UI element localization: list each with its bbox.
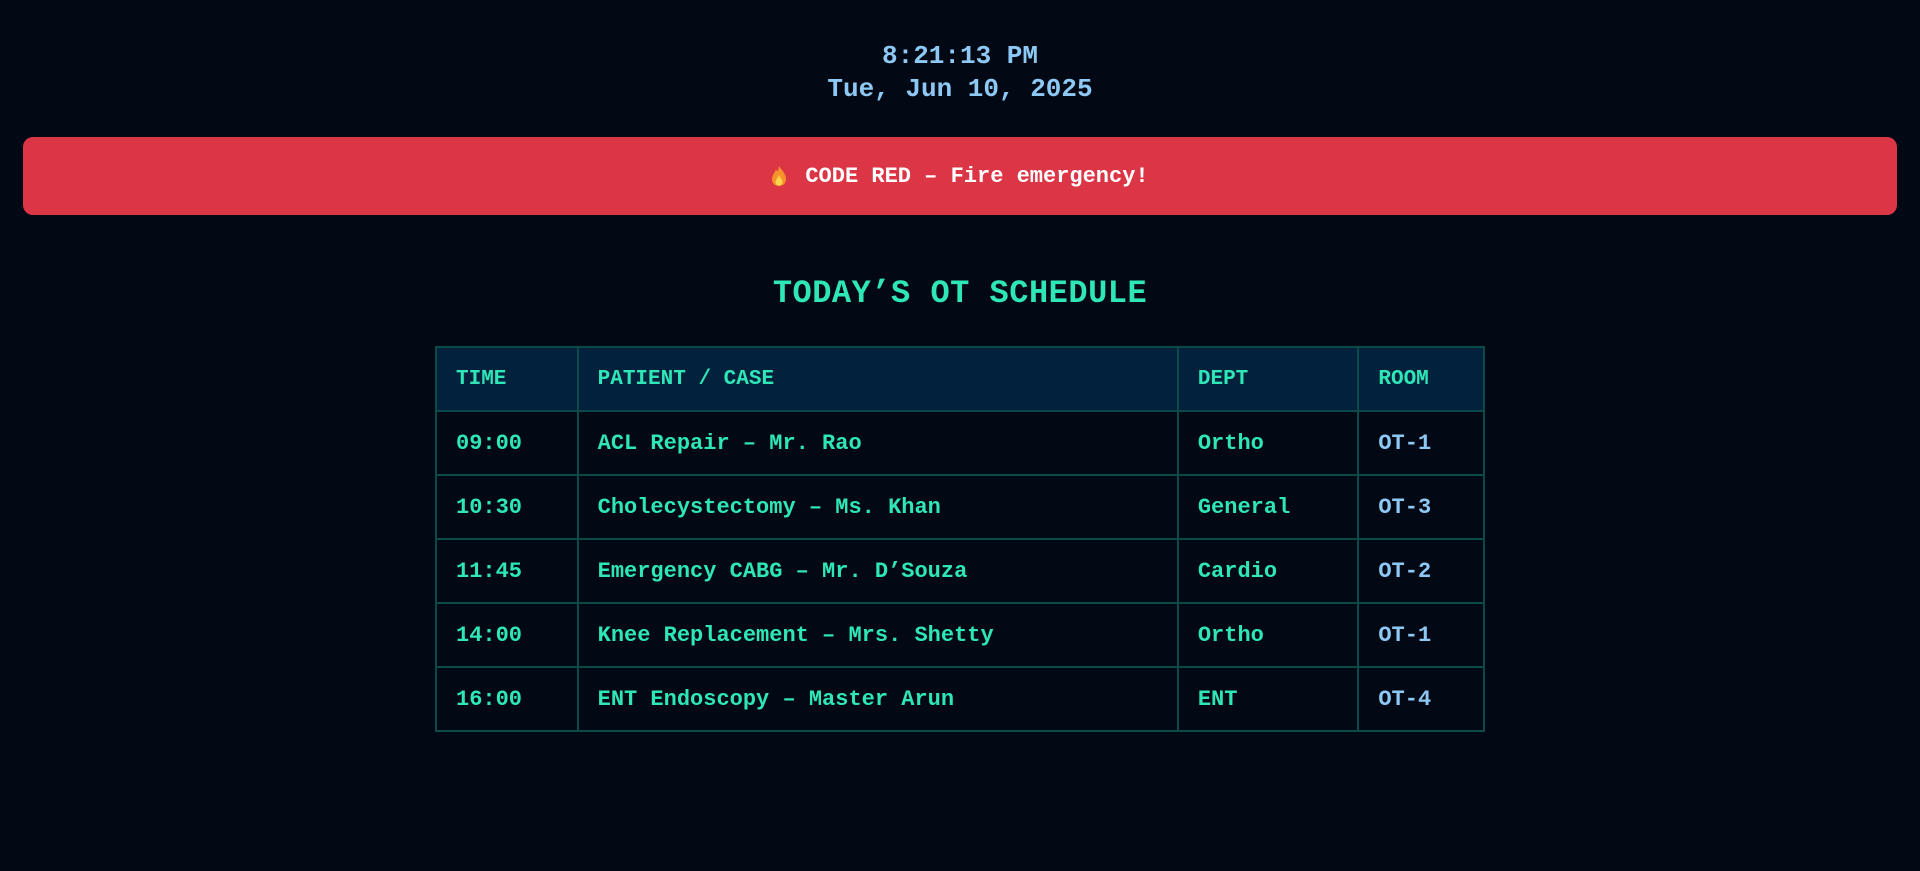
alert-text: CODE RED – Fire emergency! (805, 163, 1149, 189)
cell-case: ACL Repair – Mr. Rao (576, 410, 1179, 476)
table-header-row: TIME PATIENT / CASE DEPT ROOM (435, 346, 1485, 412)
clock: 8:21:13 PM Tue, Jun 10, 2025 (0, 40, 1920, 106)
table-row: 10:30 Cholecystectomy – Ms. Khan General… (435, 474, 1485, 540)
clock-time: 8:21:13 PM (881, 41, 1039, 71)
ot-schedule-table: TIME PATIENT / CASE DEPT ROOM 09:00 ACL … (435, 346, 1485, 732)
cell-case: ENT Endoscopy – Master Arun (576, 666, 1179, 732)
cell-room: OT-1 (1357, 602, 1485, 668)
cell-time: 11:45 (435, 538, 579, 604)
cell-room: OT-4 (1357, 666, 1485, 732)
cell-room: OT-3 (1357, 474, 1485, 540)
column-header-case: PATIENT / CASE (576, 346, 1179, 412)
clock-date: Tue, Jun 10, 2025 (827, 74, 1093, 104)
table-row: 16:00 ENT Endoscopy – Master Arun ENT OT… (435, 666, 1485, 732)
cell-case: Cholecystectomy – Ms. Khan (576, 474, 1179, 540)
column-header-dept: DEPT (1176, 346, 1360, 412)
cell-case: Knee Replacement – Mrs. Shetty (576, 602, 1179, 668)
table-row: 09:00 ACL Repair – Mr. Rao Ortho OT-1 (435, 410, 1485, 476)
column-header-time: TIME (435, 346, 579, 412)
cell-room: OT-1 (1357, 410, 1485, 476)
code-red-alert-banner: CODE RED – Fire emergency! (23, 137, 1897, 215)
table-row: 11:45 Emergency CABG – Mr. D’Souza Cardi… (435, 538, 1485, 604)
cell-dept: Cardio (1176, 538, 1360, 604)
flame-icon (772, 166, 787, 186)
cell-time: 09:00 (435, 410, 579, 476)
cell-dept: General (1176, 474, 1360, 540)
schedule-title: TODAY’S OT SCHEDULE (772, 275, 1148, 312)
cell-time: 16:00 (435, 666, 579, 732)
cell-room: OT-2 (1357, 538, 1485, 604)
ot-display-page: 8:21:13 PM Tue, Jun 10, 2025 CODE RED – … (0, 0, 1920, 871)
cell-dept: ENT (1176, 666, 1360, 732)
cell-time: 14:00 (435, 602, 579, 668)
column-header-room: ROOM (1357, 346, 1485, 412)
table-row: 14:00 Knee Replacement – Mrs. Shetty Ort… (435, 602, 1485, 668)
cell-case: Emergency CABG – Mr. D’Souza (576, 538, 1179, 604)
cell-time: 10:30 (435, 474, 579, 540)
cell-dept: Ortho (1176, 602, 1360, 668)
cell-dept: Ortho (1176, 410, 1360, 476)
